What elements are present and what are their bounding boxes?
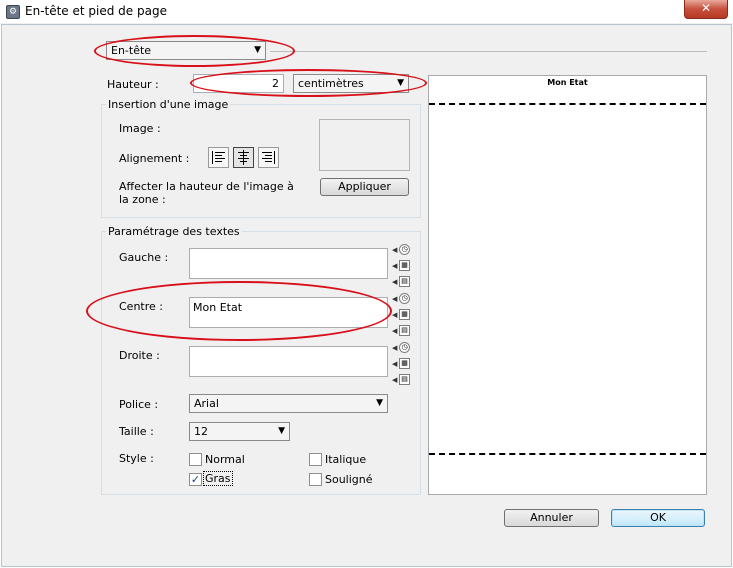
page-preview: Mon Etat — [428, 75, 707, 495]
insert-date-icon[interactable]: ▦ — [399, 260, 410, 271]
cancel-button[interactable]: Annuler — [504, 509, 599, 527]
arrow-left-icon: ◀ — [392, 246, 398, 254]
arrow-left-icon: ◀ — [392, 327, 398, 335]
gear-app-icon: ⚙ — [6, 5, 20, 19]
arrow-left-icon: ◀ — [392, 376, 398, 384]
italic-checkbox[interactable] — [309, 453, 322, 466]
annotation-ellipse-height — [190, 69, 427, 97]
close-button[interactable]: ✕ — [684, 0, 728, 19]
image-label: Image : — [119, 122, 161, 135]
font-select-value: Arial — [194, 397, 219, 410]
insert-date-icon[interactable]: ▦ — [399, 358, 410, 369]
insert-page-icon[interactable]: ▤ — [399, 276, 410, 287]
normal-checkbox[interactable] — [189, 453, 202, 466]
title-bar: ⚙ En-tête et pied de page ✕ — [0, 0, 733, 24]
bold-checkbox[interactable]: ✓ — [189, 473, 202, 486]
alignment-label: Alignement : — [119, 152, 190, 165]
preview-header-text: Mon Etat — [547, 78, 588, 87]
insert-time-icon[interactable]: ◷ — [399, 342, 410, 353]
preview-footer-line — [429, 453, 706, 455]
size-label: Taille : — [119, 425, 154, 438]
section-separator — [270, 51, 707, 52]
fit-height-label: Affecter la hauteur de l'image à la zone… — [119, 180, 294, 206]
window-title: En-tête et pied de page — [25, 4, 167, 18]
normal-label: Normal — [205, 453, 245, 466]
left-text-input[interactable] — [189, 248, 388, 279]
italic-label: Italique — [325, 453, 367, 466]
align-left-button[interactable] — [208, 147, 229, 168]
image-group-title: Insertion d'une image — [106, 98, 231, 111]
size-select-value: 12 — [194, 425, 208, 438]
underline-label: Souligné — [325, 473, 373, 486]
font-label: Police : — [119, 398, 159, 411]
insert-date-icon[interactable]: ▦ — [399, 309, 410, 320]
arrow-left-icon: ◀ — [392, 278, 398, 286]
ok-button[interactable]: OK — [611, 509, 705, 527]
insert-page-icon[interactable]: ▤ — [399, 374, 410, 385]
align-center-icon — [238, 150, 249, 165]
align-center-button[interactable] — [233, 147, 254, 168]
insert-page-icon[interactable]: ▤ — [399, 325, 410, 336]
right-text-label: Droite : — [119, 349, 160, 362]
height-label: Hauteur : — [107, 78, 159, 91]
chevron-down-icon: ▼ — [376, 398, 383, 408]
insert-time-icon[interactable]: ◷ — [399, 293, 410, 304]
size-select[interactable]: 12 ▼ — [189, 422, 290, 441]
insert-time-icon[interactable]: ◷ — [399, 244, 410, 255]
left-text-label: Gauche : — [119, 251, 169, 264]
underline-checkbox[interactable] — [309, 473, 322, 486]
preview-header-line — [429, 103, 706, 105]
image-placeholder[interactable] — [319, 119, 410, 171]
style-label: Style : — [119, 452, 154, 465]
apply-button[interactable]: Appliquer — [320, 178, 409, 196]
arrow-left-icon: ◀ — [392, 262, 398, 270]
font-select[interactable]: Arial ▼ — [189, 394, 388, 413]
text-group-title: Paramétrage des textes — [106, 225, 242, 238]
bold-label: Gras — [203, 471, 233, 486]
align-left-icon — [212, 151, 225, 164]
annotation-ellipse-center — [86, 281, 392, 341]
arrow-left-icon: ◀ — [392, 295, 398, 303]
annotation-ellipse-section — [94, 35, 295, 67]
right-text-input[interactable] — [189, 346, 388, 377]
chevron-down-icon: ▼ — [278, 426, 285, 436]
align-right-icon — [262, 151, 275, 164]
arrow-left-icon: ◀ — [392, 311, 398, 319]
align-right-button[interactable] — [258, 147, 279, 168]
arrow-left-icon: ◀ — [392, 344, 398, 352]
arrow-left-icon: ◀ — [392, 360, 398, 368]
